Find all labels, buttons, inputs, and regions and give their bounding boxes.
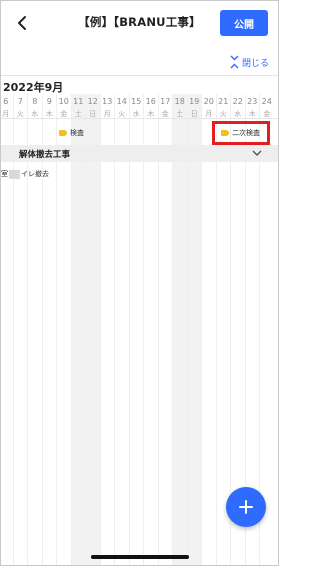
day-number: 19: [189, 97, 200, 106]
task-color-chip: [9, 169, 20, 179]
task-item[interactable]: 室 イレ撤去: [1, 169, 49, 179]
day-number: 13: [102, 97, 113, 106]
collapse-label: 閉じる: [242, 58, 270, 69]
flag-icon: [59, 130, 67, 136]
day-number: 23: [247, 97, 258, 106]
day-number: 6: [3, 97, 9, 106]
day-number: 9: [46, 97, 52, 106]
month-label: 2022年9月: [3, 81, 64, 94]
milestone-label: 検査: [70, 129, 84, 137]
day-column: 13 月: [99, 94, 115, 565]
day-number: 7: [17, 97, 23, 106]
day-column: 8水: [27, 94, 42, 565]
plus-icon: [239, 500, 253, 514]
day-number: 14: [116, 97, 127, 106]
day-number: 24: [261, 97, 272, 106]
day-column: 12 日: [85, 94, 100, 565]
day-number: 18: [174, 97, 185, 106]
day-number: 17: [160, 97, 171, 106]
publish-button[interactable]: 公開: [220, 10, 268, 36]
chevron-down-icon[interactable]: [251, 148, 263, 158]
day-column: 17 金: [157, 94, 173, 565]
day-number: 16: [145, 97, 156, 106]
milestone-inspection[interactable]: 検査: [59, 128, 84, 138]
day-column: 20 月: [201, 94, 216, 565]
divider: [1, 75, 278, 76]
day-number: 10: [58, 97, 69, 106]
day-number: 20: [203, 97, 214, 106]
highlight-box: [212, 121, 270, 145]
day-column: 19 日: [186, 94, 201, 565]
day-column: 15 水: [128, 94, 144, 565]
day-number: 22: [232, 97, 243, 106]
add-button[interactable]: [226, 487, 266, 527]
collapse-button[interactable]: 閉じる: [230, 52, 269, 72]
day-column: 16 木: [143, 94, 158, 565]
day-column: 11 土: [70, 94, 85, 565]
collapse-arrows-icon: [230, 55, 239, 69]
group-row[interactable]: 解体撤去工事: [1, 145, 278, 162]
day-number: 12: [87, 97, 98, 106]
task-label: イレ撤去: [21, 170, 49, 178]
header: 【例】【BRANU工事】 公開: [1, 1, 278, 45]
day-number: 21: [218, 97, 229, 106]
day-column: 10 金: [56, 94, 71, 565]
day-number: 8: [32, 97, 38, 106]
day-column: 6月: [1, 94, 13, 565]
day-column: 18 土: [172, 94, 187, 565]
day-column: 14 火: [114, 94, 129, 565]
day-column: 7火: [12, 94, 28, 565]
home-indicator: [91, 555, 189, 559]
day-number: 11: [73, 97, 84, 106]
day-number: 15: [131, 97, 142, 106]
app-screen: 【例】【BRANU工事】 公開 閉じる 2022年9月 6月 7火 8水 9木 …: [0, 0, 279, 566]
divider: [1, 118, 278, 119]
day-column: 21 火: [215, 94, 231, 565]
task-prefix: 室: [1, 170, 8, 178]
group-label: 解体撤去工事: [19, 150, 71, 160]
day-column: 9木: [41, 94, 57, 565]
